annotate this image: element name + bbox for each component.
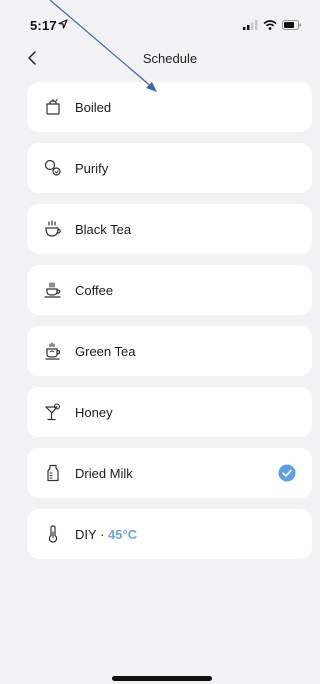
mode-label: Honey xyxy=(75,404,113,420)
mode-list: Boiled Purify Black Tea Coffee Green Tea… xyxy=(27,82,312,570)
mode-item-honey[interactable]: Honey xyxy=(27,387,312,437)
mode-label: Boiled xyxy=(75,99,112,115)
mode-item-purify[interactable]: Purify xyxy=(27,143,312,193)
home-indicator xyxy=(112,676,212,681)
mode-label: Dried Milk xyxy=(75,465,133,481)
green-tea-icon xyxy=(43,341,63,361)
kettle-icon xyxy=(43,97,63,117)
mode-item-green-tea[interactable]: Green Tea xyxy=(27,326,312,376)
separator-dot: · xyxy=(100,526,105,542)
selected-check-icon xyxy=(278,464,296,482)
mode-label: DIY · 45°C xyxy=(75,527,137,542)
signal-icon xyxy=(243,20,258,30)
navigation-bar: Schedule xyxy=(0,40,320,76)
diy-label: DIY xyxy=(75,526,97,542)
mode-label: Black Tea xyxy=(75,221,132,237)
wifi-icon xyxy=(263,20,277,30)
status-bar: 5:17 xyxy=(0,0,320,40)
mode-label: Coffee xyxy=(75,282,114,298)
status-icons xyxy=(243,20,302,30)
purify-icon xyxy=(43,158,63,178)
mode-label: Purify xyxy=(75,160,109,176)
page-title: Schedule xyxy=(142,51,198,66)
black-tea-icon xyxy=(43,219,63,239)
status-time: 5:17 xyxy=(30,18,57,33)
mode-item-boiled[interactable]: Boiled xyxy=(27,82,312,132)
honey-icon xyxy=(43,402,63,422)
mode-item-black-tea[interactable]: Black Tea xyxy=(27,204,312,254)
mode-label: Green Tea xyxy=(75,343,136,359)
diy-temperature: 45°C xyxy=(108,526,138,542)
location-arrow-icon xyxy=(58,19,68,29)
mode-item-dried-milk[interactable]: Dried Milk xyxy=(27,448,312,498)
thermometer-icon xyxy=(43,524,63,544)
mode-item-diy[interactable]: DIY · 45°C xyxy=(27,509,312,559)
milk-bottle-icon xyxy=(43,463,63,483)
coffee-icon xyxy=(43,280,63,300)
battery-icon xyxy=(282,20,301,30)
mode-item-coffee[interactable]: Coffee xyxy=(27,265,312,315)
